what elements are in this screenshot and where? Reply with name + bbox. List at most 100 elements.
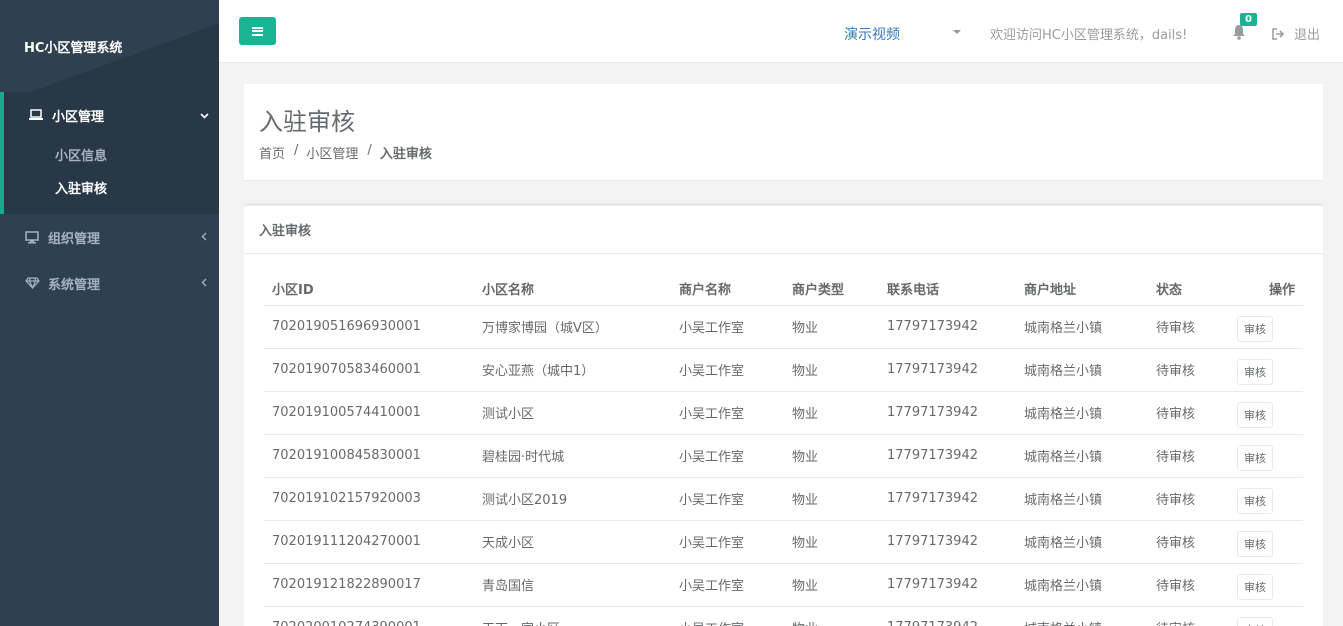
cell-community-name: 测试小区: [474, 391, 671, 435]
cell-community-name: 天下一家小区: [474, 606, 671, 626]
cell-merchant-type: 物业: [784, 477, 879, 521]
cell-action: 审核: [1228, 606, 1303, 626]
cell-action: 审核: [1228, 434, 1303, 478]
sign-out-icon: [1272, 27, 1285, 40]
cell-community-id: 702019100574410001: [264, 391, 474, 435]
cell-merchant-type: 物业: [784, 348, 879, 392]
audit-button[interactable]: 审核: [1237, 573, 1273, 600]
nav-group-organization: 组织管理: [0, 214, 219, 260]
table-body: 702019051696930001 万博家博园（城V区） 小吴工作室 物业 17797…: [264, 305, 1303, 626]
cell-merchant-name: 小吴工作室: [671, 348, 784, 392]
cell-status: 待审核: [1148, 348, 1228, 392]
sidebar-item-label: 组织管理: [48, 231, 101, 247]
audit-button[interactable]: 审核: [1237, 358, 1273, 385]
cell-address: 城南格兰小镇: [1016, 563, 1148, 607]
cell-community-name: 天成小区: [474, 520, 671, 564]
cell-phone: 17797173942: [879, 391, 1016, 435]
cell-community-id: 702019121822890017: [264, 563, 474, 607]
breadcrumb-current: 入驻审核: [379, 147, 432, 162]
sidebar-item-community-management[interactable]: 小区管理: [4, 92, 219, 138]
cell-phone: 17797173942: [879, 520, 1016, 564]
cell-action: 审核: [1228, 305, 1303, 349]
breadcrumb-community-management[interactable]: 小区管理: [306, 143, 358, 162]
logout-link[interactable]: 退出: [1272, 24, 1320, 43]
cell-status: 待审核: [1148, 391, 1228, 435]
sidebar-subitem-community-info[interactable]: 小区信息: [4, 138, 219, 171]
chevron-left-icon: [189, 276, 219, 290]
cell-phone: 17797173942: [879, 563, 1016, 607]
page-title: 入驻审核: [259, 108, 355, 136]
sidebar-item-label: 系统管理: [48, 277, 101, 293]
cell-merchant-type: 物业: [784, 305, 879, 349]
cell-merchant-name: 小吴工作室: [671, 477, 784, 521]
audit-button[interactable]: 审核: [1237, 616, 1273, 626]
sidebar-subitem-settlement-review[interactable]: 入驻审核: [4, 171, 219, 204]
cell-action: 审核: [1228, 348, 1303, 392]
table-row: 702019102157920003 测试小区2019 小吴工作室 物业 1779717…: [264, 477, 1303, 521]
column-header: 联系电话: [879, 273, 1016, 306]
breadcrumb-separator: /: [294, 143, 299, 158]
cell-community-id: 702019051696930001: [264, 305, 474, 349]
table-header-row: 小区ID 小区名称 商户名称 商户类型 联系电话 商户地址 状态 操作: [264, 273, 1303, 306]
sidebar: HC小区管理系统 小区管理 小区信息 入驻审核 组织管理 系统管理: [0, 0, 219, 626]
notification-badge: 0: [1240, 13, 1257, 26]
cell-merchant-type: 物业: [784, 606, 879, 626]
column-header: 商户地址: [1016, 273, 1148, 306]
table-row: 702019111204270001 天成小区 小吴工作室 物业 17797173942…: [264, 520, 1303, 564]
nav-group-community: 小区管理 小区信息 入驻审核: [0, 92, 219, 214]
cell-community-name: 安心亚燕（城中1）: [474, 348, 671, 392]
top-navbar: 演示视频 欢迎访问HC小区管理系统，dails! 0 退出: [219, 0, 1343, 63]
column-header: 状态: [1148, 273, 1228, 306]
cell-phone: 17797173942: [879, 434, 1016, 478]
cell-merchant-name: 小吴工作室: [671, 520, 784, 564]
review-table: 小区ID 小区名称 商户名称 商户类型 联系电话 商户地址 状态 操作 7020…: [264, 273, 1303, 626]
audit-button[interactable]: 审核: [1237, 401, 1273, 428]
bell-icon[interactable]: [1232, 24, 1248, 40]
diamond-icon: [24, 277, 40, 289]
nav-group-system: 系统管理: [0, 260, 219, 306]
sidebar-toggle-button[interactable]: [239, 17, 276, 45]
breadcrumb-home[interactable]: 首页: [259, 143, 285, 162]
audit-button[interactable]: 审核: [1237, 444, 1273, 471]
cell-action: 审核: [1228, 520, 1303, 564]
cell-community-name: 测试小区2019: [474, 477, 671, 521]
brand-title: HC小区管理系统: [0, 0, 219, 92]
laptop-icon: [28, 109, 44, 121]
chevron-left-icon: [189, 230, 219, 244]
audit-button[interactable]: 审核: [1237, 487, 1273, 514]
cell-action: 审核: [1228, 391, 1303, 435]
cell-phone: 17797173942: [879, 305, 1016, 349]
cell-address: 城南格兰小镇: [1016, 434, 1148, 478]
welcome-text: 欢迎访问HC小区管理系统，dails!: [990, 28, 1188, 43]
cell-community-id: 702019102157920003: [264, 477, 474, 521]
cell-address: 城南格兰小镇: [1016, 477, 1148, 521]
column-header: 小区ID: [264, 273, 474, 306]
cell-status: 待审核: [1148, 563, 1228, 607]
chevron-down-icon: [189, 108, 219, 122]
table-row: 702020010274390001天下一家小区小吴工作室物业177971739…: [264, 606, 1303, 626]
cell-community-id: 702019111204270001: [264, 520, 474, 564]
cell-merchant-name: 小吴工作室: [671, 305, 784, 349]
column-header: 操作: [1228, 273, 1303, 306]
sidebar-item-organization-management[interactable]: 组织管理: [0, 214, 219, 260]
table-row: 702019100574410001 测试小区 小吴工作室 物业 17797173942…: [264, 391, 1303, 435]
cell-community-name: 万博家博园（城V区）: [474, 305, 671, 349]
cell-community-name: 青岛国信: [474, 563, 671, 607]
demo-video-link[interactable]: 演示视频: [844, 24, 900, 44]
cell-status: 待审核: [1148, 434, 1228, 478]
submenu-community: 小区信息 入驻审核: [4, 138, 219, 214]
cell-merchant-type: 物业: [784, 391, 879, 435]
cell-phone: 17797173942: [879, 477, 1016, 521]
audit-button[interactable]: 审核: [1237, 315, 1273, 342]
cell-merchant-type: 物业: [784, 563, 879, 607]
cell-status: 待审核: [1148, 606, 1228, 626]
cell-community-id: 702019070583460001: [264, 348, 474, 392]
cell-community-id: 702020010274390001: [264, 606, 474, 626]
desktop-icon: [24, 230, 40, 244]
cell-action: 审核: [1228, 563, 1303, 607]
caret-down-icon[interactable]: [953, 30, 961, 34]
sidebar-item-system-management[interactable]: 系统管理: [0, 260, 219, 306]
cell-address: 城南格兰小镇: [1016, 348, 1148, 392]
audit-button[interactable]: 审核: [1237, 530, 1273, 557]
panel-title: 入驻审核: [244, 206, 1323, 254]
